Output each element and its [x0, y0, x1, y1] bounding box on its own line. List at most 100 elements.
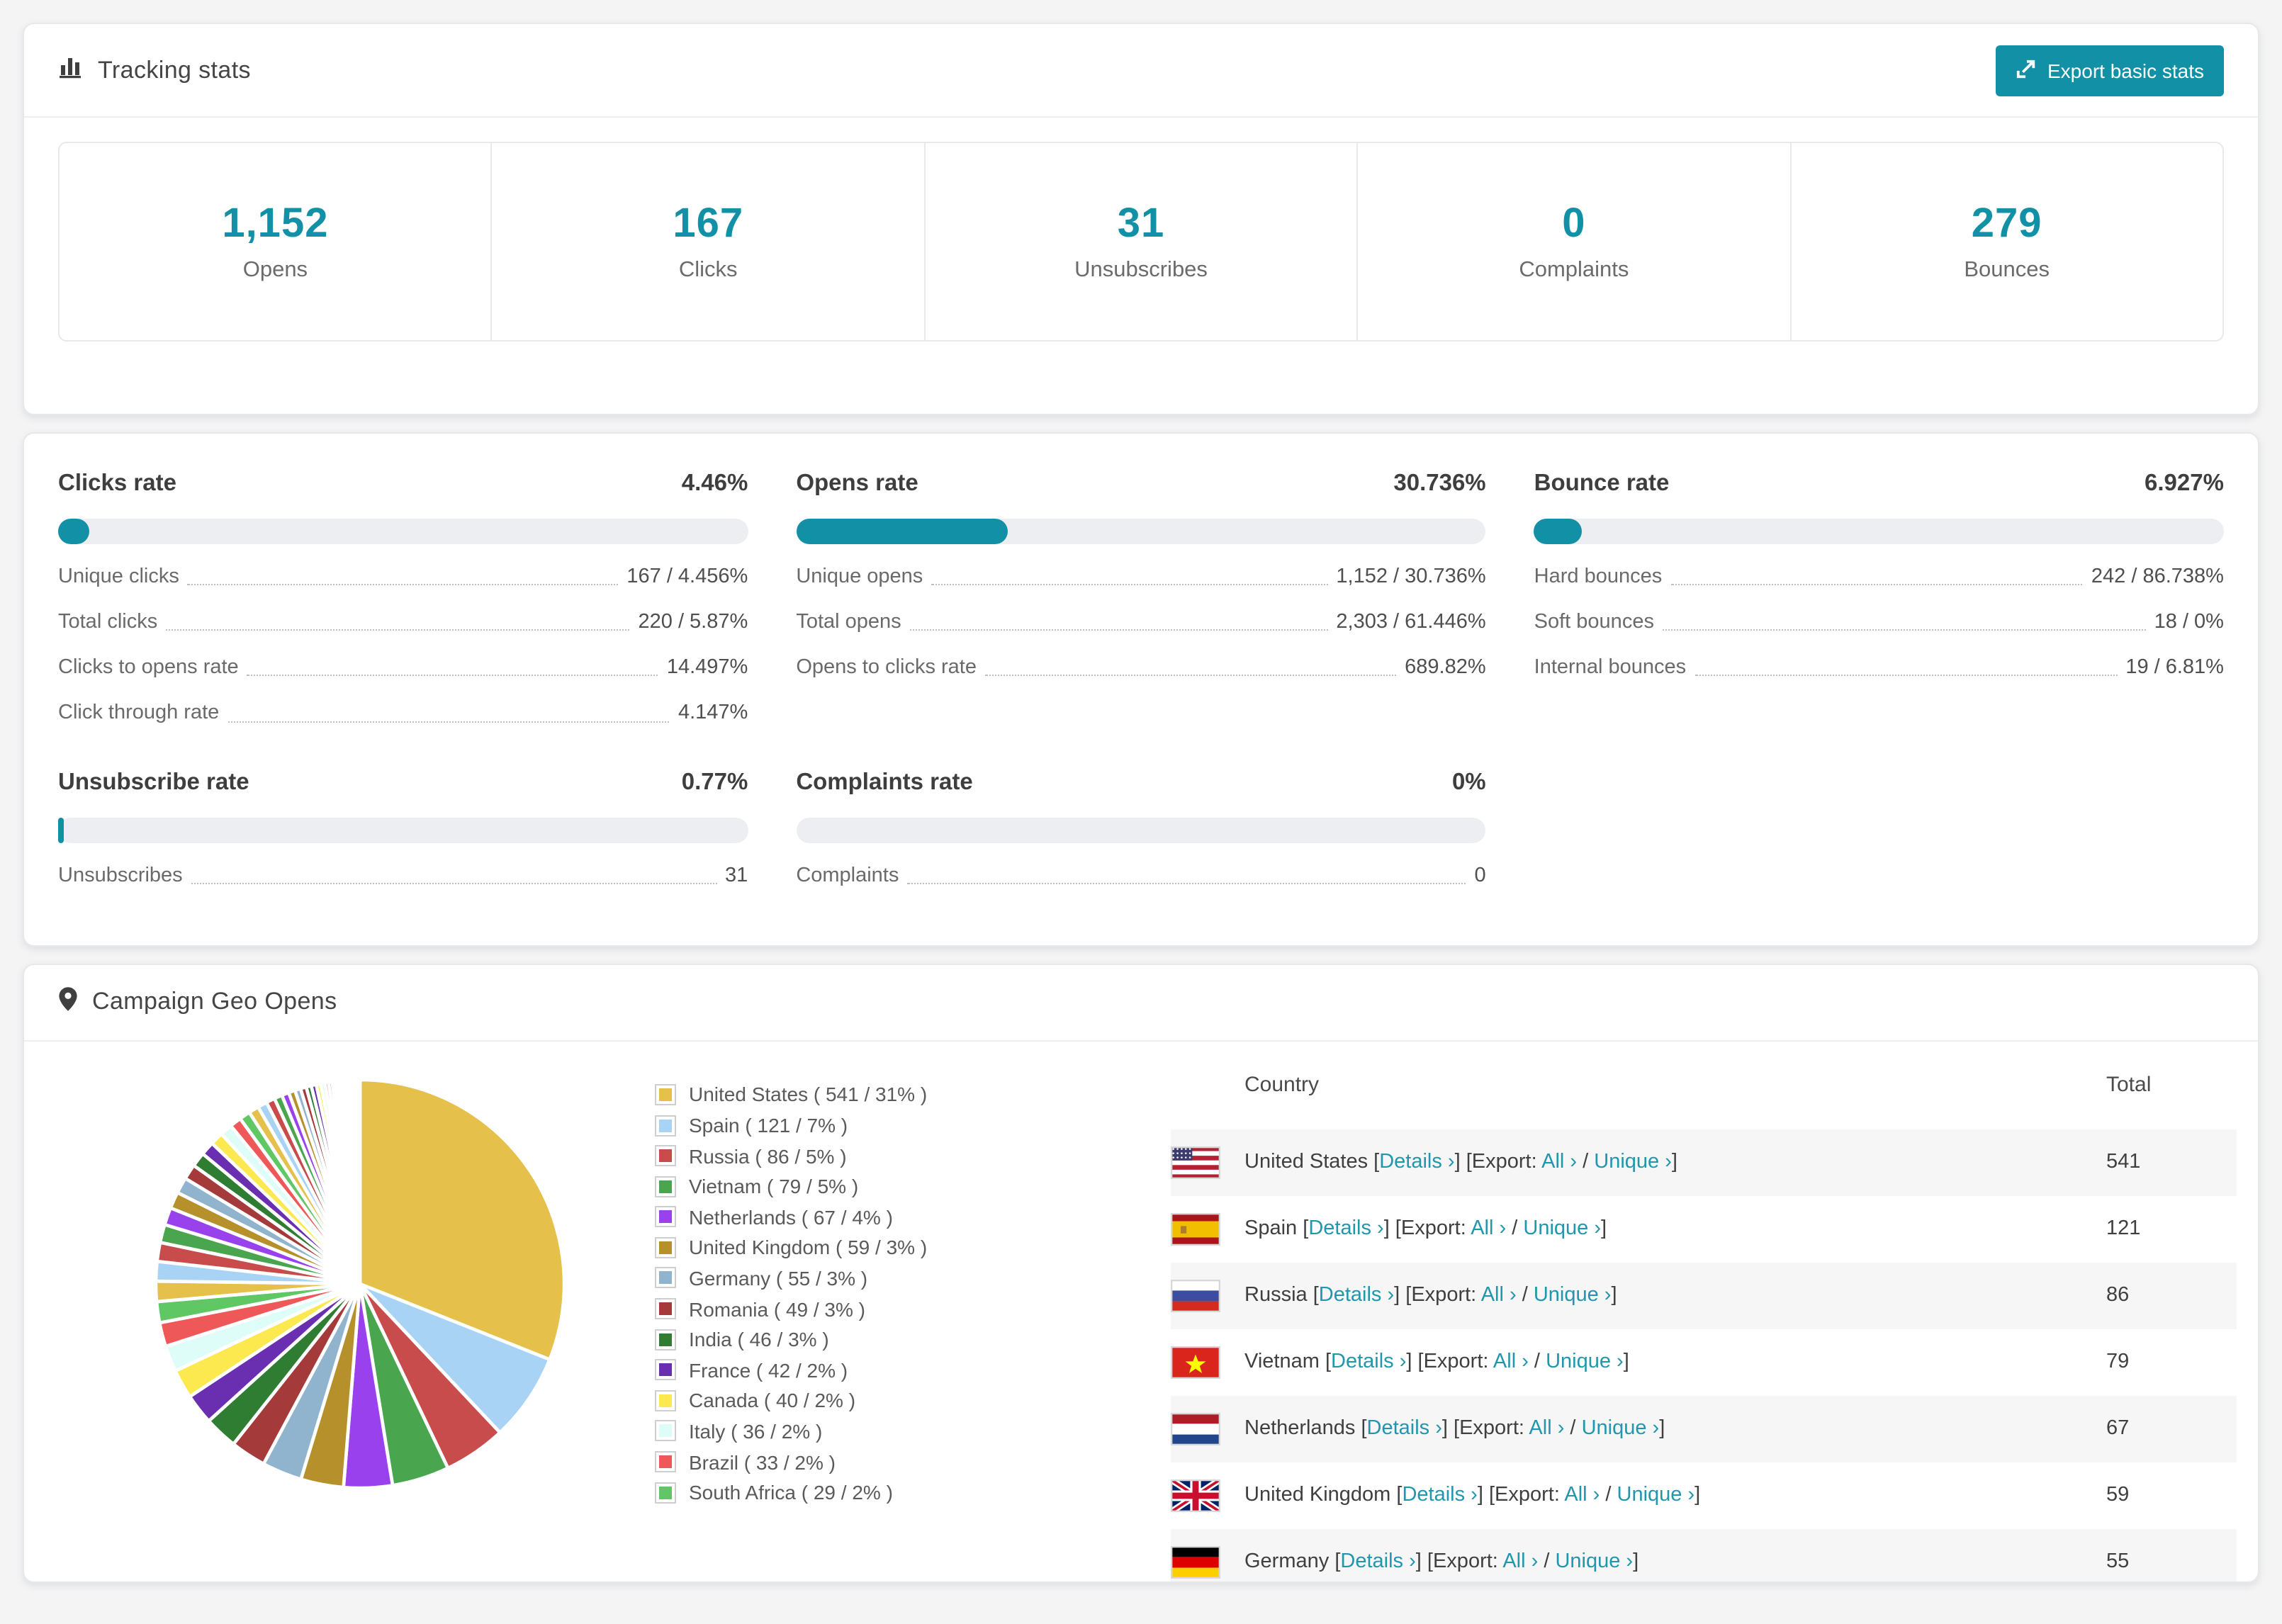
legend-item: United States ( 541 / 31% )	[655, 1079, 927, 1110]
rate-stat-row: Unsubscribes 31	[58, 862, 748, 888]
legend-swatch	[655, 1175, 676, 1197]
table-row: United Kingdom [Details ›] [Export: All …	[1171, 1462, 2237, 1528]
geo-content: United States ( 541 / 31% ) Spain ( 121 /…	[24, 1041, 2258, 1581]
rates-card: Clicks rate 4.46% Unique clicks 167 / 4.456…	[23, 432, 2259, 947]
slash: /	[1528, 1350, 1546, 1374]
details-link[interactable]: Details ›	[1340, 1550, 1415, 1573]
details-link[interactable]: Details ›	[1308, 1217, 1383, 1240]
table-row: United States [Details ›] [Export: All ›…	[1171, 1129, 2237, 1196]
export-all-link[interactable]: All ›	[1493, 1350, 1529, 1373]
export-unique-link[interactable]: Unique ›	[1534, 1284, 1612, 1307]
slash: /	[1516, 1284, 1534, 1307]
geo-title: Campaign Geo Opens	[92, 988, 337, 1015]
total-cell: 55	[2106, 1550, 2130, 1574]
rate-stat-row: Click through rate 4.147%	[58, 701, 748, 726]
export-unique-link[interactable]: Unique ›	[1546, 1350, 1624, 1373]
legend-swatch	[655, 1115, 676, 1137]
details-link[interactable]: Details ›	[1331, 1350, 1406, 1373]
dotted-leader	[166, 629, 630, 631]
export-unique-link[interactable]: Unique ›	[1555, 1550, 1633, 1573]
rate-block-unsubscribe-rate: Unsubscribe rate 0.77% Unsubscribes 31	[58, 769, 748, 888]
bracket: ]	[1671, 1151, 1677, 1174]
dotted-leader	[907, 882, 1466, 884]
legend-swatch	[655, 1482, 676, 1504]
stat-label: Bounces	[1964, 257, 2050, 281]
rate-value: 0.77%	[681, 769, 748, 794]
rates-grid: Clicks rate 4.46% Unique clicks 167 / 4.456…	[24, 434, 2258, 944]
bar-chart-icon	[58, 54, 84, 86]
rate-progress-fill	[1534, 519, 1583, 544]
rate-stat-row: Opens to clicks rate 689.82%	[796, 655, 1485, 681]
us-flag-icon	[1171, 1146, 1220, 1179]
table-row: Vietnam [Details ›] [Export: All › / Uni…	[1171, 1329, 2237, 1395]
rate-stat-row: Complaints 0	[796, 862, 1485, 888]
legend-item: Netherlands ( 67 / 4% )	[655, 1202, 927, 1232]
legend-label: United Kingdom ( 59 / 3% )	[689, 1236, 928, 1259]
legend-label: Vietnam ( 79 / 5% )	[689, 1175, 859, 1198]
export-unique-link[interactable]: Unique ›	[1523, 1217, 1601, 1240]
rate-stat-row: Unique clicks 167 / 4.456%	[58, 564, 748, 590]
slash: /	[1577, 1151, 1595, 1174]
country-cell: United Kingdom [Details ›] [Export: All …	[1244, 1484, 1700, 1506]
legend-item: Canada ( 40 / 2% )	[655, 1385, 927, 1416]
details-link[interactable]: Details ›	[1319, 1284, 1394, 1307]
stat-opens: 1,152 Opens	[60, 143, 491, 340]
export-all-link[interactable]: All ›	[1564, 1484, 1600, 1506]
legend-swatch-color	[659, 1119, 672, 1132]
legend-label: France ( 42 / 2% )	[689, 1358, 848, 1382]
legend-swatch-color	[659, 1455, 672, 1469]
rate-stat-value: 18 / 0%	[2154, 611, 2224, 634]
export-unique-link[interactable]: Unique ›	[1582, 1417, 1660, 1440]
legend-label: Italy ( 36 / 2% )	[689, 1419, 823, 1443]
country-name: Netherlands	[1244, 1417, 1361, 1440]
rate-title: Clicks rate	[58, 470, 176, 496]
country-cell: Spain [Details ›] [Export: All › / Uniqu…	[1244, 1217, 1607, 1240]
stat-clicks: 167 Clicks	[490, 143, 924, 340]
export-all-link[interactable]: All ›	[1529, 1417, 1564, 1440]
legend-swatch	[655, 1420, 676, 1442]
country-name: Vietnam	[1244, 1350, 1325, 1374]
rate-stat-value: 1,152 / 30.736%	[1336, 565, 1486, 588]
bracket: ]	[1694, 1484, 1701, 1507]
rate-title: Complaints rate	[796, 769, 973, 794]
legend-swatch	[655, 1206, 676, 1228]
rate-stat-label: Opens to clicks rate	[796, 656, 977, 680]
legend-label: Canada ( 40 / 2% )	[689, 1389, 856, 1412]
bracket: ]	[1611, 1284, 1617, 1307]
export-label: Export:	[1432, 1550, 1503, 1574]
rate-value: 4.46%	[681, 470, 748, 496]
bracket: ]	[1601, 1217, 1607, 1241]
rate-progress-bar	[58, 519, 748, 544]
legend-swatch-color	[659, 1149, 672, 1163]
legend-swatch	[655, 1359, 676, 1381]
export-all-link[interactable]: All ›	[1471, 1217, 1506, 1240]
rate-title: Bounce rate	[1534, 470, 1670, 496]
export-unique-link[interactable]: Unique ›	[1617, 1484, 1695, 1506]
rate-progress-bar	[796, 817, 1486, 842]
export-label: Export:	[1459, 1417, 1529, 1440]
legend-label: Netherlands ( 67 / 4% )	[689, 1205, 893, 1229]
export-all-link[interactable]: All ›	[1541, 1151, 1577, 1173]
export-all-link[interactable]: All ›	[1502, 1550, 1538, 1573]
details-link[interactable]: Details ›	[1402, 1484, 1477, 1506]
table-row: Netherlands [Details ›] [Export: All › /…	[1171, 1395, 2237, 1462]
legend-swatch-color	[659, 1088, 672, 1101]
details-link[interactable]: Details ›	[1379, 1151, 1454, 1173]
legend-label: Spain ( 121 / 7% )	[689, 1114, 848, 1137]
table-row: Spain [Details ›] [Export: All › / Uniqu…	[1171, 1195, 2237, 1262]
legend-item: France ( 42 / 2% )	[655, 1355, 927, 1385]
rate-stat-label: Clicks to opens rate	[58, 656, 239, 680]
details-link[interactable]: Details ›	[1367, 1417, 1442, 1440]
stat-value: 1,152	[222, 201, 329, 246]
rate-head: Unsubscribe rate 0.77%	[58, 769, 748, 796]
dashboard: Tracking stats Export basic stats 1,152 O…	[0, 0, 2282, 1624]
legend-swatch-color	[659, 1241, 672, 1254]
bracket: ]	[1633, 1550, 1639, 1574]
dotted-leader	[931, 584, 1328, 586]
legend-swatch	[655, 1236, 676, 1258]
export-unique-link[interactable]: Unique ›	[1594, 1151, 1672, 1173]
export-all-link[interactable]: All ›	[1481, 1284, 1517, 1307]
export-basic-stats-button[interactable]: Export basic stats	[1995, 45, 2224, 96]
vn-flag-icon	[1171, 1346, 1220, 1379]
export-label: Export:	[1471, 1151, 1542, 1174]
